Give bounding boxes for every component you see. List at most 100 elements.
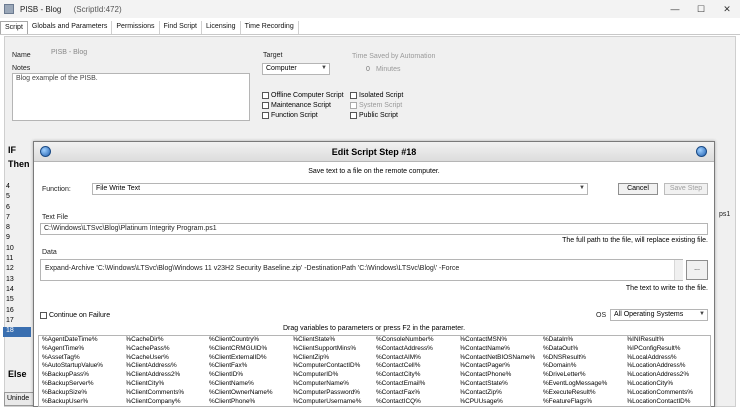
variable-item[interactable]: %AgentDateTime% — [42, 336, 126, 345]
variable-item[interactable]: %DriveLetter% — [543, 371, 627, 380]
variable-item[interactable]: %ContactMSN% — [460, 336, 544, 345]
variable-item[interactable]: %ContactICQ% — [376, 398, 460, 406]
variable-item[interactable]: %DataOut% — [543, 345, 627, 354]
unindent-button[interactable]: Uninde — [4, 392, 34, 406]
variable-item[interactable]: %CacheDir% — [126, 336, 210, 345]
variable-item[interactable]: %AutoStartupValue% — [42, 362, 126, 371]
variable-item[interactable]: %LocationContactID% — [627, 398, 711, 406]
line-number[interactable]: 14 — [3, 286, 31, 296]
line-number-selected[interactable]: 18 — [3, 327, 31, 338]
variable-item[interactable]: %ContactAddress% — [376, 345, 460, 354]
variable-item[interactable]: %ClientSupportMins% — [293, 345, 377, 354]
variable-item[interactable]: %ClientPhone% — [209, 398, 293, 406]
variable-item[interactable]: %DNSResult% — [543, 354, 627, 363]
name-field[interactable]: PISB - Blog — [48, 48, 244, 60]
variable-item[interactable]: %ExecuteResult% — [543, 389, 627, 398]
public-checkbox[interactable]: Public Script — [350, 112, 398, 119]
variable-item[interactable]: %ClientFax% — [209, 362, 293, 371]
variable-item[interactable]: %ContactFax% — [376, 389, 460, 398]
variable-item[interactable]: %ClientID% — [209, 371, 293, 380]
variable-item[interactable]: %BackupUser% — [42, 398, 126, 406]
variable-item[interactable]: %ClientOwnerName% — [209, 389, 293, 398]
maintenance-checkbox[interactable]: Maintenance Script — [262, 102, 331, 109]
target-select[interactable]: Computer ▼ — [262, 63, 330, 75]
close-icon[interactable]: ✕ — [714, 0, 740, 18]
variable-item[interactable]: %CachePass% — [126, 345, 210, 354]
variable-item[interactable]: %ClientCRMGUID% — [209, 345, 293, 354]
offline-computer-checkbox[interactable]: Offline Computer Script — [262, 92, 344, 99]
minimize-icon[interactable]: — — [662, 0, 688, 18]
variable-item[interactable]: %BackupServer% — [42, 380, 126, 389]
os-select[interactable]: All Operating Systems ▼ — [610, 309, 708, 321]
variable-item[interactable]: %ContactPhone% — [460, 371, 544, 380]
variable-item[interactable]: %ContactAIM% — [376, 354, 460, 363]
line-number[interactable]: 15 — [3, 296, 31, 306]
variable-item[interactable]: %ContactName% — [460, 345, 544, 354]
variable-item[interactable]: %ContactState% — [460, 380, 544, 389]
line-number[interactable]: 7 — [3, 214, 31, 224]
variable-item[interactable]: %BackupPass% — [42, 371, 126, 380]
line-number[interactable]: 9 — [3, 234, 31, 244]
variable-item[interactable]: %LocalAddress% — [627, 354, 711, 363]
variable-item[interactable]: %ComputerName% — [293, 380, 377, 389]
variable-item[interactable]: %LocationCity% — [627, 380, 711, 389]
isolated-checkbox[interactable]: Isolated Script — [350, 92, 403, 99]
line-number[interactable]: 4 — [3, 183, 31, 193]
notes-field[interactable]: Blog example of the PISB. — [12, 73, 250, 121]
tab-globals-parameters[interactable]: Globals and Parameters — [28, 21, 113, 34]
variable-item[interactable]: %ContactCell% — [376, 362, 460, 371]
variable-item[interactable]: %LocationAddress% — [627, 362, 711, 371]
variable-item[interactable]: %ComputerID% — [293, 371, 377, 380]
variable-item[interactable]: %FeatureFlags% — [543, 398, 627, 406]
line-number[interactable]: 6 — [3, 204, 31, 214]
variable-item[interactable]: %CPUUsage% — [460, 398, 544, 406]
line-number[interactable]: 12 — [3, 265, 31, 275]
line-number[interactable]: 11 — [3, 255, 31, 265]
variable-item[interactable]: %ContactEmail% — [376, 380, 460, 389]
variable-item[interactable]: %Domain% — [543, 362, 627, 371]
maximize-icon[interactable]: ☐ — [688, 0, 714, 18]
variable-item[interactable]: %AssetTag% — [42, 354, 126, 363]
line-number[interactable]: 13 — [3, 276, 31, 286]
variable-item[interactable]: %ContactNetBIOSName% — [460, 354, 544, 363]
function-checkbox[interactable]: Function Script — [262, 112, 318, 119]
time-saved-value[interactable]: 0 — [366, 66, 370, 73]
variable-item[interactable]: %AgentTime% — [42, 345, 126, 354]
variable-item[interactable]: %BackupSize% — [42, 389, 126, 398]
variable-item[interactable]: %ContactCity% — [376, 371, 460, 380]
cancel-button[interactable]: Cancel — [618, 183, 658, 195]
variable-item[interactable]: %ContactZip% — [460, 389, 544, 398]
variable-item[interactable]: %ClientState% — [293, 336, 377, 345]
tab-time-recording[interactable]: Time Recording — [241, 21, 299, 34]
variable-item[interactable]: %ClientComments% — [126, 389, 210, 398]
variable-item[interactable]: %ComputerContactID% — [293, 362, 377, 371]
help-globe-icon[interactable] — [696, 146, 707, 157]
variable-item[interactable]: %ClientExternalID% — [209, 354, 293, 363]
continue-on-failure-checkbox[interactable]: Continue on Failure — [40, 312, 110, 319]
variable-item[interactable]: %ClientCity% — [126, 380, 210, 389]
variable-item[interactable]: %ClientAddress2% — [126, 371, 210, 380]
data-input[interactable]: Expand-Archive 'C:\Windows\LTSvc\Blog\Wi… — [40, 259, 683, 281]
variable-item[interactable]: %IPConfigResult% — [627, 345, 711, 354]
variable-item[interactable]: %ConsoleNumber% — [376, 336, 460, 345]
variable-item[interactable]: %ComputerPassword% — [293, 389, 377, 398]
line-number[interactable]: 16 — [3, 307, 31, 317]
line-number[interactable]: 17 — [3, 317, 31, 327]
line-number[interactable]: 10 — [3, 245, 31, 255]
variable-item[interactable]: %LocationAddress2% — [627, 371, 711, 380]
variable-item[interactable]: %CacheUser% — [126, 354, 210, 363]
line-number[interactable]: 5 — [3, 193, 31, 203]
variable-item[interactable]: %EventLogMessage% — [543, 380, 627, 389]
variable-item[interactable]: %DataIn% — [543, 336, 627, 345]
function-select[interactable]: File Write Text ▼ — [92, 183, 588, 195]
tab-licensing[interactable]: Licensing — [202, 21, 241, 34]
variable-item[interactable]: %ClientZip% — [293, 354, 377, 363]
variable-item[interactable]: %ComputerUsername% — [293, 398, 377, 406]
tab-find-script[interactable]: Find Script — [160, 21, 202, 34]
variable-item[interactable]: %INIResult% — [627, 336, 711, 345]
variable-item[interactable]: %ClientCompany% — [126, 398, 210, 406]
variable-item[interactable]: %ClientAddress% — [126, 362, 210, 371]
text-file-input[interactable]: C:\Windows\LTSvc\Blog\Platinum Integrity… — [40, 223, 708, 235]
tab-permissions[interactable]: Permissions — [112, 21, 160, 34]
variable-item[interactable]: %ClientCountry% — [209, 336, 293, 345]
